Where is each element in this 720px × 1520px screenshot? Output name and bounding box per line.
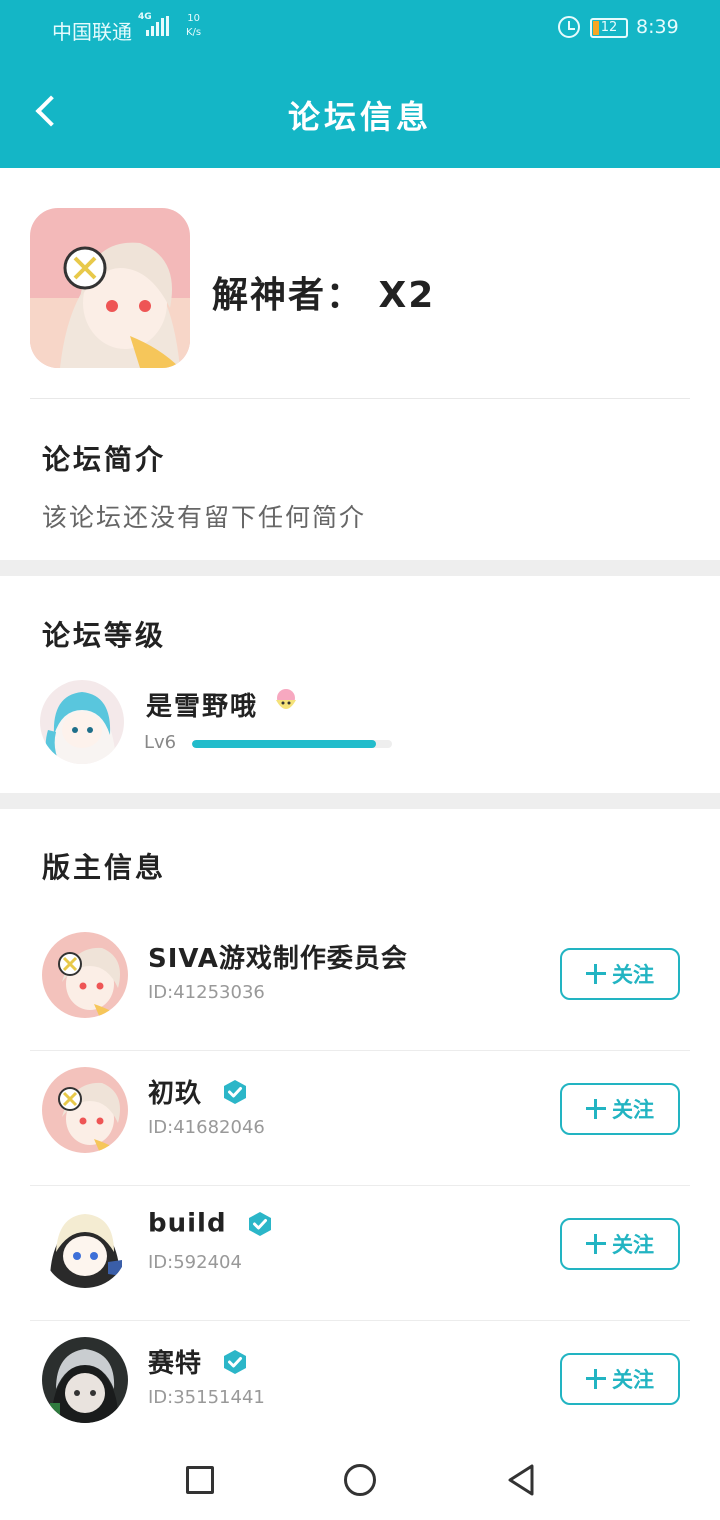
network-speed: 10 K/s [186,12,201,40]
plus-icon [586,1234,606,1254]
follow-button[interactable]: 关注 [560,1083,680,1135]
verified-icon [224,1349,247,1374]
signal-icon [146,16,169,36]
moderator-avatar[interactable] [42,932,128,1018]
moderator-id: ID:35151441 [148,1387,265,1408]
divider [30,398,690,399]
status-time: 8:39 [636,16,679,38]
level-label: Lv6 [144,732,177,753]
level-progress-bar [192,740,392,748]
forum-name: 解神者： X2 [212,275,436,316]
moderator-name-text: build [148,1208,227,1239]
follow-label: 关注 [612,1368,654,1392]
moderator-name: SIVA游戏制作委员会 [148,938,408,975]
follow-button[interactable]: 关注 [560,1353,680,1405]
recent-apps-button[interactable] [186,1466,214,1494]
home-button[interactable] [344,1464,376,1496]
rank-user-avatar[interactable] [40,680,124,764]
status-bar: 中国联通 4G 10 K/s 12 8:39 [0,0,720,56]
plus-icon [586,964,606,984]
intro-section-title: 论坛简介 [42,443,167,476]
moderator-avatar[interactable] [42,1067,128,1153]
verified-icon [224,1079,247,1104]
moderator-id: ID:41682046 [148,1117,265,1138]
user-badge-icon [270,686,302,718]
level-progress-fill [192,740,376,748]
follow-label: 关注 [612,1098,654,1122]
moderator-name-text: 赛特 [148,1349,203,1379]
carrier-label: 中国联通 [52,20,132,44]
system-nav-bar [0,1430,720,1520]
moderator-avatar[interactable] [42,1202,128,1288]
forum-avatar [30,208,190,368]
follow-button[interactable]: 关注 [560,948,680,1000]
page-title: 论坛信息 [287,98,432,136]
intro-text: 该论坛还没有留下任何简介 [42,503,367,532]
moderator-row: SIVA游戏制作委员会 ID:41253036 关注 [0,916,720,1051]
section-separator [0,560,720,576]
moderator-id: ID:41253036 [148,982,265,1003]
moderators-section-title: 版主信息 [42,851,167,884]
level-section-title: 论坛等级 [42,619,167,652]
top-bar: 中国联通 4G 10 K/s 12 8:39 论坛信息 [0,0,720,168]
moderator-name: 初玖 [148,1073,248,1110]
moderator-name-text: SIVA游戏制作委员会 [148,944,408,974]
moderator-row: build ID:592404 关注 [0,1186,720,1321]
moderator-name-text: 初玖 [148,1079,203,1109]
speed-value: 10 [187,13,200,24]
moderator-avatar[interactable] [42,1337,128,1423]
moderator-id: ID:592404 [148,1252,242,1273]
follow-label: 关注 [612,963,654,987]
plus-icon [586,1369,606,1389]
alarm-icon [558,16,580,38]
speed-unit: K/s [186,27,202,38]
nav-back-button[interactable] [504,1462,540,1498]
moderator-name: build [148,1208,273,1239]
battery-icon: 12 [590,18,628,38]
plus-icon [586,1099,606,1119]
moderator-row: 初玖 ID:41682046 关注 [0,1051,720,1186]
verified-icon [248,1211,271,1236]
moderator-name: 赛特 [148,1343,248,1380]
follow-button[interactable]: 关注 [560,1218,680,1270]
follow-label: 关注 [612,1233,654,1257]
battery-level: 12 [600,20,618,35]
section-separator [0,793,720,809]
rank-user-name: 是雪野哦 [146,692,259,722]
